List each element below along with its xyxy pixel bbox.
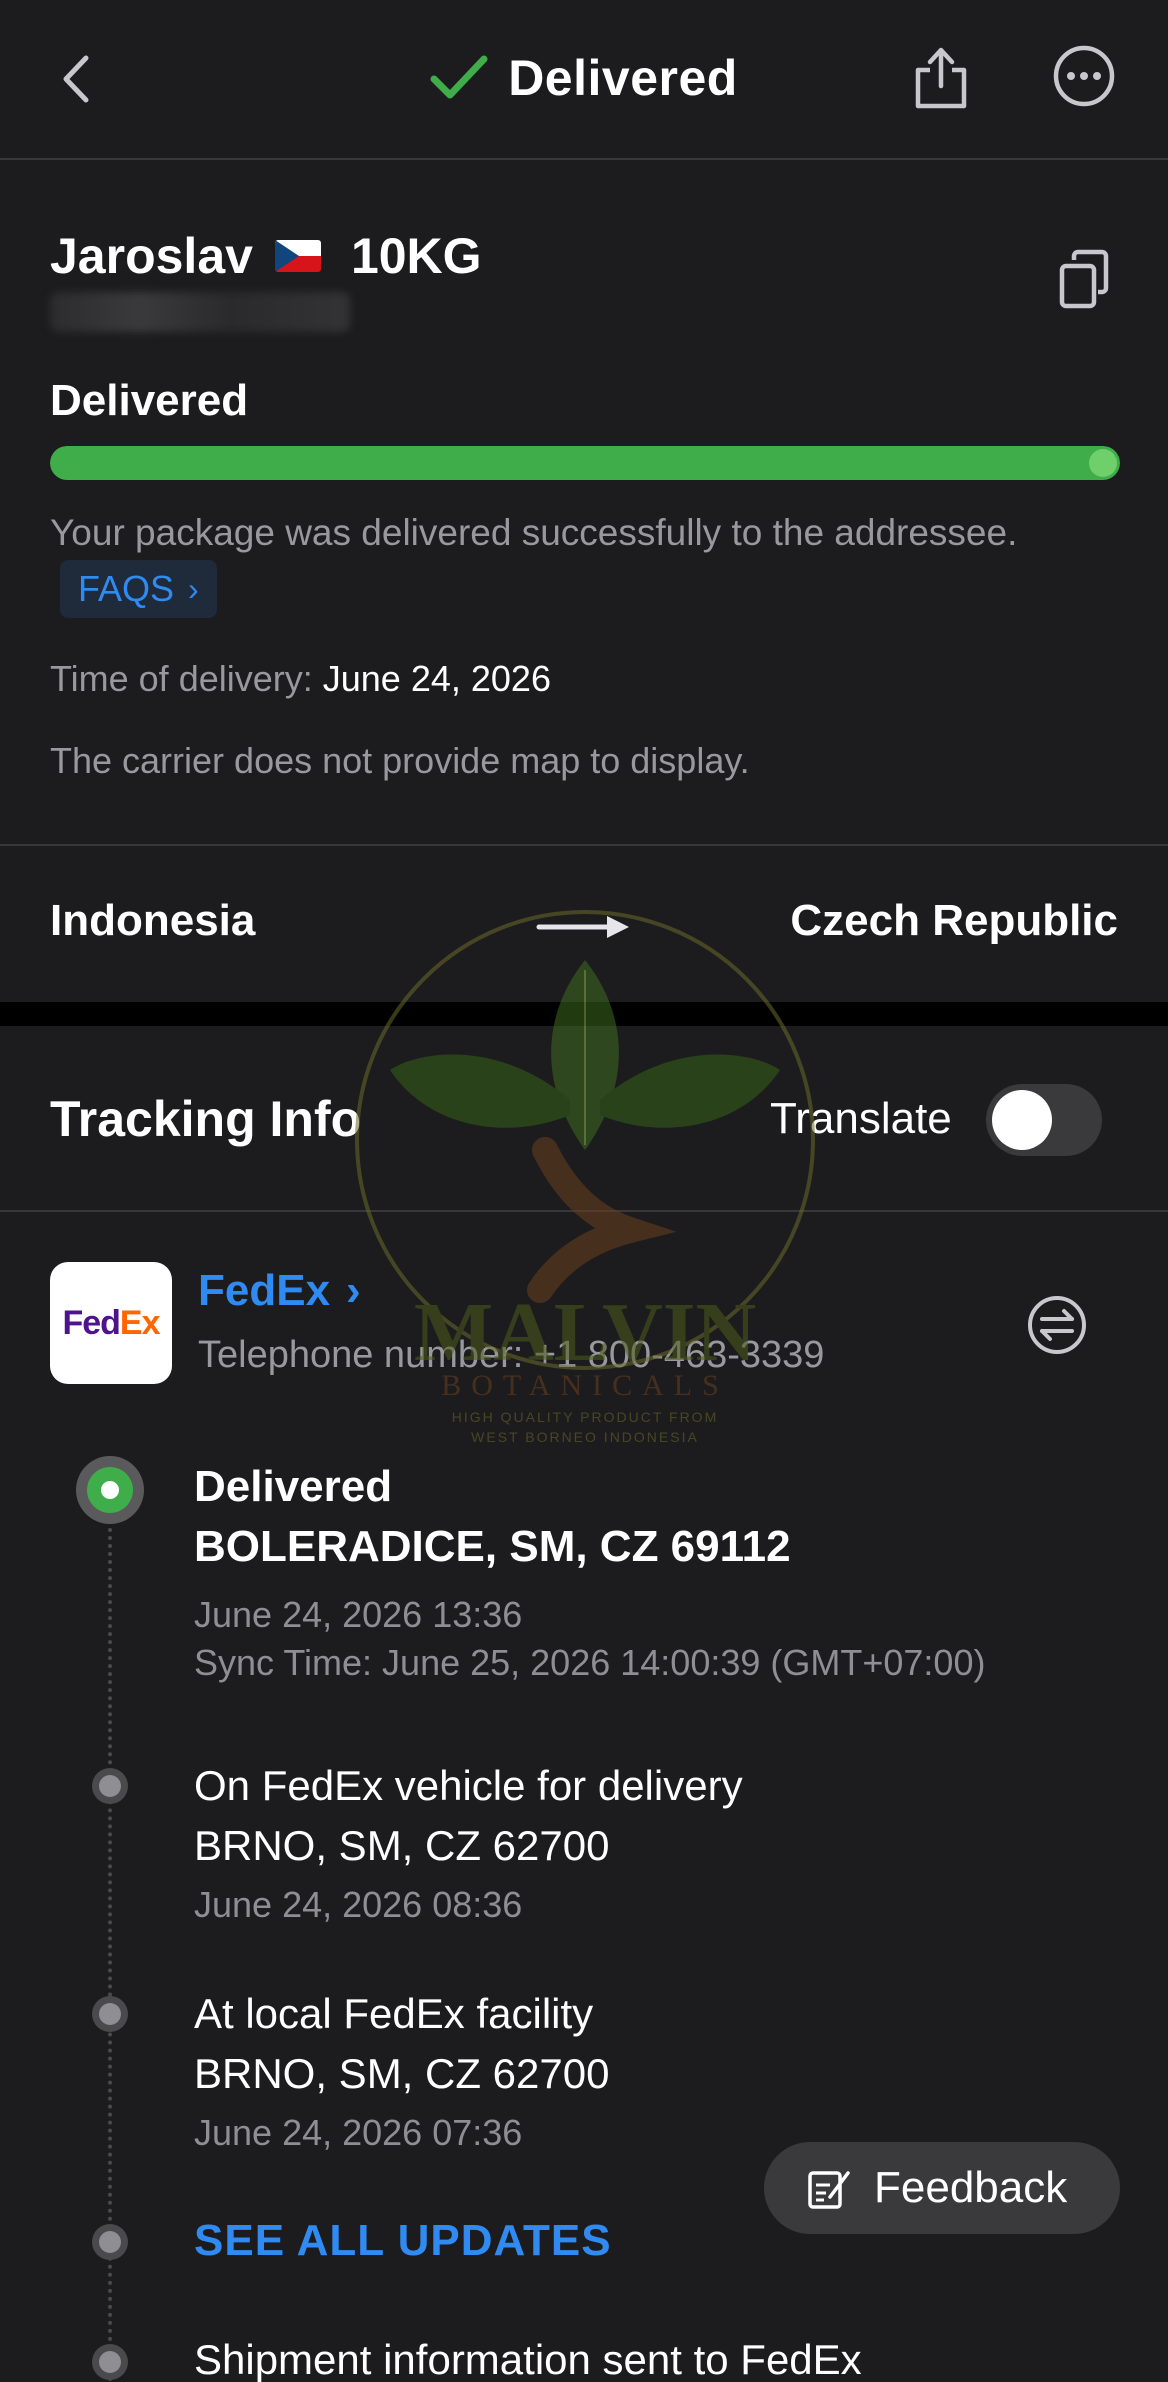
delivery-time-label: Time of delivery: (50, 658, 313, 699)
package-weight: 10KG (350, 228, 482, 284)
feedback-button[interactable]: Feedback (764, 2142, 1120, 2234)
faqs-label: FAQS (78, 568, 175, 609)
translate-toggle[interactable] (986, 1084, 1102, 1156)
carrier-name-link[interactable]: FedEx › (198, 1266, 361, 1316)
progress-fill (50, 446, 1120, 480)
section-divider (0, 1002, 1168, 1026)
header-title-group: Delivered (0, 40, 1168, 116)
timeline-dot (92, 2224, 128, 2260)
timeline-dot (92, 2344, 128, 2380)
route-arrow-icon (536, 916, 629, 938)
timeline-dot-active (76, 1456, 144, 1524)
toggle-knob (992, 1090, 1052, 1150)
delivery-time-value: June 24, 2026 (322, 658, 551, 699)
map-unavailable-note: The carrier does not provide map to disp… (50, 740, 750, 781)
status-description: Your package was delivered successfully … (50, 512, 1018, 553)
translate-label: Translate (770, 1094, 952, 1143)
event-location: BRNO, SM, CZ 62700 (194, 2050, 610, 2097)
feedback-edit-icon (808, 2171, 850, 2209)
event-title: Delivered (194, 1462, 393, 1511)
delivery-time-row: Time of delivery: June 24, 2026 (50, 658, 551, 700)
delivery-progress-bar (50, 446, 1120, 480)
event-sync-time: Sync Time: June 25, 2026 14:00:39 (GMT+0… (194, 1642, 986, 1683)
copy-icon[interactable] (1056, 248, 1112, 312)
divider (0, 1210, 1168, 1212)
timeline-dot (92, 1996, 128, 2032)
event-title: On FedEx vehicle for delivery (194, 1762, 743, 1809)
top-bar: Delivered (0, 0, 1168, 160)
share-icon[interactable] (910, 42, 972, 112)
switch-carrier-icon[interactable] (1026, 1294, 1088, 1356)
page-title: Delivered (508, 50, 738, 106)
faqs-button[interactable]: FAQS › (60, 560, 217, 618)
watermark-tagline-2: WEST BORNEO INDONESIA (471, 1429, 699, 1445)
event-location: BRNO, SM, CZ 62700 (194, 1822, 610, 1869)
chevron-right-icon: › (188, 570, 199, 607)
czech-flag-icon (274, 240, 321, 272)
delivery-status-label: Delivered (50, 376, 249, 425)
timeline-dot (92, 1768, 128, 1804)
blurred-tracking-number (50, 292, 350, 332)
carrier-name: FedEx (198, 1266, 331, 1315)
tracking-detail-screen: Delivered Jaroslav 10KG Delivered Your p… (0, 0, 1168, 2382)
event-time: June 24, 2026 08:36 (194, 1884, 523, 1925)
fedex-logo: Fed Ex (50, 1262, 172, 1384)
divider (0, 844, 1168, 846)
malvin-botanicals-watermark-logo: MALVIN BOTANICALS HIGH QUALITY PRODUCT F… (355, 910, 815, 1445)
tracking-info-title: Tracking Info (50, 1091, 362, 1147)
watermark-tagline-1: HIGH QUALITY PRODUCT FROM (452, 1409, 719, 1425)
see-all-updates-link[interactable]: SEE ALL UPDATES (194, 2216, 612, 2266)
checkmark-icon (430, 55, 488, 99)
fedex-logo-fed: Fed (62, 1303, 120, 1342)
event-title: Shipment information sent to FedEx (194, 2336, 862, 2382)
package-name-row: Jaroslav 10KG (50, 226, 482, 286)
progress-end-dot (1089, 449, 1117, 477)
event-time: June 24, 2026 07:36 (194, 2112, 523, 2153)
more-options-icon[interactable] (1052, 44, 1116, 108)
destination-country: Czech Republic (790, 896, 1118, 945)
fedex-logo-ex: Ex (119, 1303, 161, 1342)
event-time: June 24, 2026 13:36 (194, 1594, 523, 1635)
origin-country: Indonesia (50, 896, 256, 945)
carrier-phone[interactable]: Telephone number: +1 800-463-3339 (198, 1334, 824, 1377)
package-name: Jaroslav (50, 228, 253, 284)
event-title: At local FedEx facility (194, 1990, 594, 2037)
feedback-label: Feedback (874, 2163, 1068, 2212)
event-location: BOLERADICE, SM, CZ 69112 (194, 1522, 791, 1571)
chevron-right-icon: › (346, 1266, 361, 1315)
